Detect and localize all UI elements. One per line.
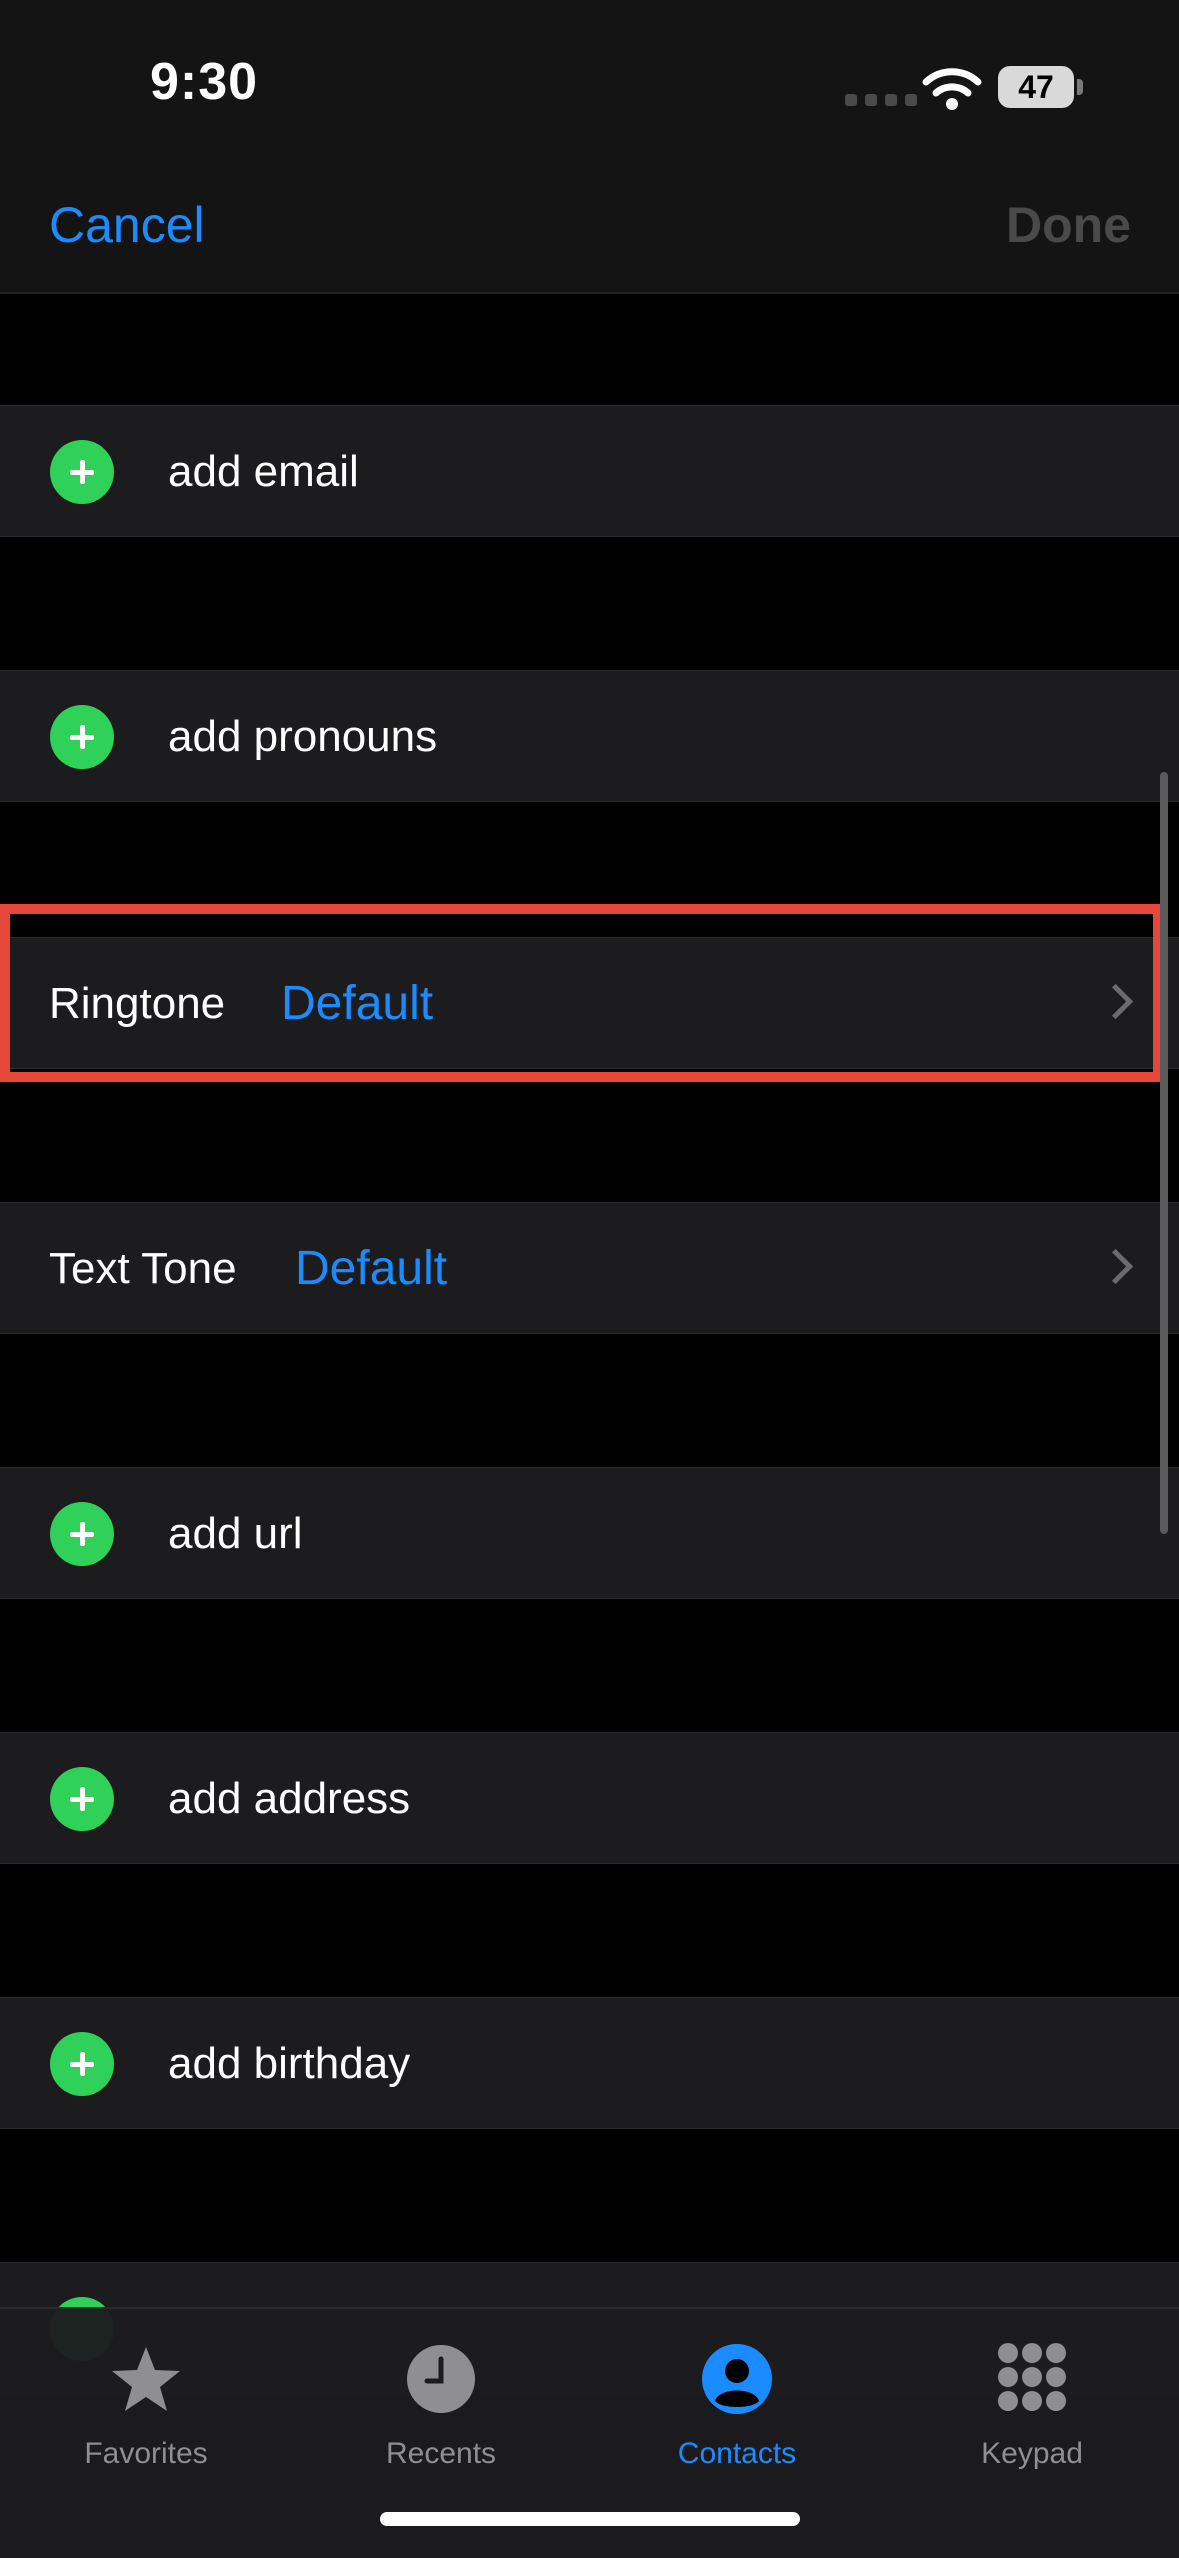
chevron-right-icon	[1097, 983, 1134, 1020]
ringtone-value: Default	[281, 977, 434, 1030]
ringtone-label: Ringtone	[49, 979, 226, 1028]
add-pronouns-label: add pronouns	[168, 712, 438, 761]
text-tone-label: Text Tone	[49, 1244, 237, 1293]
tab-keypad[interactable]: Keypad	[922, 2325, 1142, 2475]
status-bar: 9:30 47	[0, 0, 1179, 180]
wifi-icon	[922, 68, 982, 110]
chevron-right-icon	[1097, 1248, 1134, 1285]
cancel-button[interactable]: Cancel	[49, 196, 205, 254]
add-pronouns-row[interactable]: add pronouns	[0, 670, 1179, 802]
text-tone-row[interactable]: Text Tone Default	[0, 1202, 1179, 1334]
clock-icon	[407, 2345, 475, 2413]
add-email-row[interactable]: add email	[0, 405, 1179, 537]
add-icon[interactable]	[50, 1502, 114, 1566]
add-url-row[interactable]: add url	[0, 1467, 1179, 1599]
keypad-icon	[998, 2343, 1066, 2411]
add-address-label: add address	[168, 1774, 411, 1823]
add-birthday-row[interactable]: add birthday	[0, 1997, 1179, 2129]
battery-icon: 47	[998, 66, 1074, 108]
tab-contacts[interactable]: Contacts	[627, 2325, 847, 2475]
scrollbar[interactable]	[1160, 772, 1168, 1534]
add-icon[interactable]	[50, 440, 114, 504]
person-circle-icon	[702, 2344, 772, 2414]
tab-recents[interactable]: Recents	[331, 2325, 551, 2475]
add-icon[interactable]	[50, 2032, 114, 2096]
add-icon[interactable]	[50, 705, 114, 769]
add-birthday-label: add birthday	[168, 2039, 411, 2088]
add-url-label: add url	[168, 1509, 303, 1558]
tab-favorites[interactable]: Favorites	[36, 2325, 256, 2475]
nav-bar: Cancel Done	[0, 180, 1179, 294]
done-button[interactable]: Done	[1006, 196, 1131, 254]
tab-label: Contacts	[677, 2437, 797, 2470]
star-icon	[112, 2347, 180, 2411]
battery-cap	[1077, 79, 1083, 95]
cellular-signal-icon	[845, 94, 917, 106]
home-indicator[interactable]	[380, 2512, 800, 2526]
add-icon[interactable]	[50, 1767, 114, 1831]
ringtone-row[interactable]: Ringtone Default	[0, 937, 1179, 1069]
add-email-label: add email	[168, 447, 359, 496]
tab-label: Keypad	[981, 2437, 1083, 2470]
status-time: 9:30	[150, 53, 259, 111]
text-tone-value: Default	[295, 1242, 448, 1295]
tab-label: Favorites	[84, 2437, 208, 2470]
tab-label: Recents	[385, 2437, 497, 2470]
add-address-row[interactable]: add address	[0, 1732, 1179, 1864]
